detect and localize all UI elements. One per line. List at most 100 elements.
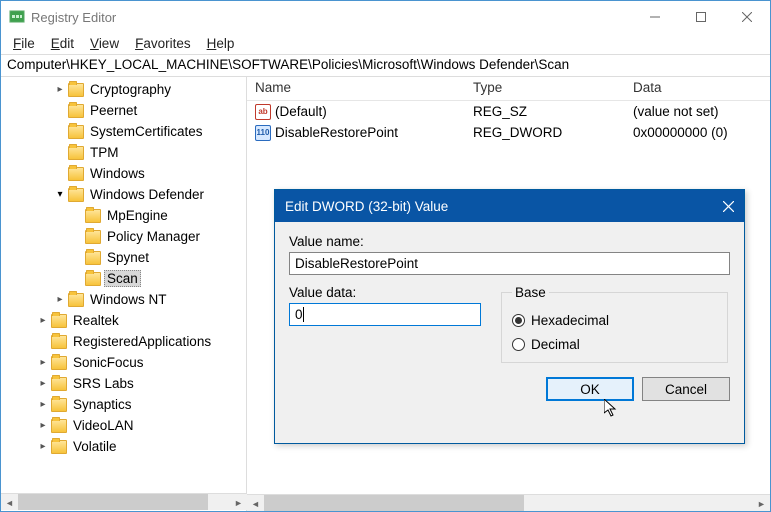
chevron-right-icon[interactable]: ▸	[35, 418, 51, 434]
folder-icon	[68, 188, 84, 202]
value-data-field[interactable]: 0	[289, 303, 481, 326]
window-title: Registry Editor	[31, 10, 632, 25]
list-horizontal-scrollbar[interactable]: ◄ ►	[247, 494, 770, 511]
tree-item[interactable]: ▸SonicFocus	[1, 352, 246, 373]
menu-favorites[interactable]: Favorites	[127, 36, 199, 51]
dialog-title: Edit DWORD (32-bit) Value	[285, 199, 448, 214]
chevron-right-icon[interactable]: ▸	[35, 355, 51, 371]
tree-item[interactable]: ▸Windows	[1, 163, 246, 184]
menubar: File Edit View Favorites Help	[1, 33, 770, 55]
chevron-right-icon[interactable]: ▸	[35, 439, 51, 455]
scrollbar-thumb[interactable]	[264, 495, 524, 511]
tree-item-label: SRS Labs	[70, 375, 137, 392]
tree-item[interactable]: ▸Policy Manager	[1, 226, 246, 247]
value-name-field[interactable]	[289, 252, 730, 275]
tree-item-label: TPM	[87, 144, 122, 161]
folder-icon	[51, 440, 67, 454]
radio-icon	[512, 314, 525, 327]
folder-icon	[68, 104, 84, 118]
dialog-titlebar[interactable]: Edit DWORD (32-bit) Value	[275, 190, 744, 222]
titlebar[interactable]: Registry Editor	[1, 1, 770, 33]
radio-decimal[interactable]: Decimal	[512, 332, 717, 356]
col-data[interactable]: Data	[625, 77, 770, 100]
chevron-right-icon[interactable]: ▸	[35, 313, 51, 329]
tree-item[interactable]: ▸ Cryptography	[1, 79, 246, 100]
folder-icon	[51, 377, 67, 391]
edit-dword-dialog: Edit DWORD (32-bit) Value Value name: Va…	[274, 189, 745, 444]
value-type: REG_DWORD	[465, 125, 625, 140]
tree-item-label: RegisteredApplications	[70, 333, 214, 350]
tree-item[interactable]: ▸ Synaptics	[1, 394, 246, 415]
chevron-right-icon[interactable]: ▸	[52, 82, 68, 98]
tree-item[interactable]: ▾Windows Defender	[1, 184, 246, 205]
tree-item-label: Volatile	[70, 438, 120, 455]
folder-icon	[51, 398, 67, 412]
tree-item[interactable]: ▸ Realtek	[1, 310, 246, 331]
tree-item[interactable]: ▸Scan	[1, 268, 246, 289]
scroll-left-icon[interactable]: ◄	[247, 495, 264, 511]
tree-item[interactable]: ▸RegisteredApplications	[1, 331, 246, 352]
scroll-right-icon[interactable]: ►	[230, 494, 247, 511]
tree-item[interactable]: ▸MpEngine	[1, 205, 246, 226]
tree-item[interactable]: ▸Windows NT	[1, 289, 246, 310]
folder-icon	[51, 419, 67, 433]
tree-item[interactable]: ▸ Volatile	[1, 436, 246, 457]
menu-view[interactable]: View	[82, 36, 127, 51]
tree-item-label: Synaptics	[70, 396, 135, 413]
tree-item-label: Realtek	[70, 312, 122, 329]
dialog-close-button[interactable]	[712, 190, 744, 222]
tree-item[interactable]: ▸TPM	[1, 142, 246, 163]
folder-icon	[68, 167, 84, 181]
folder-icon	[68, 83, 84, 97]
folder-icon	[85, 251, 101, 265]
value-data: (value not set)	[625, 104, 770, 119]
list-row[interactable]: 110 DisableRestorePoint REG_DWORD0x0000000…	[247, 122, 770, 143]
menu-help[interactable]: Help	[199, 36, 243, 51]
tree-item[interactable]: ▸SystemCertificates	[1, 121, 246, 142]
value-name: (Default)	[275, 104, 327, 119]
tree-item[interactable]: ▸ SRS Labs	[1, 373, 246, 394]
value-data: 0x00000000 (0)	[625, 125, 770, 140]
cancel-button[interactable]: Cancel	[642, 377, 730, 401]
minimize-button[interactable]	[632, 1, 678, 33]
chevron-down-icon[interactable]: ▾	[52, 187, 68, 203]
tree-item[interactable]: ▸Peernet	[1, 100, 246, 121]
list-row[interactable]: ab(Default)REG_SZ(value not set)	[247, 101, 770, 122]
scroll-left-icon[interactable]: ◄	[1, 494, 18, 511]
scrollbar-thumb[interactable]	[18, 494, 208, 510]
chevron-right-icon[interactable]: ▸	[52, 292, 68, 308]
menu-edit[interactable]: Edit	[43, 36, 82, 51]
maximize-icon	[696, 12, 706, 22]
text-caret	[303, 307, 304, 322]
registry-tree[interactable]: ▸ Cryptography ▸Peernet▸SystemCertificates…	[1, 77, 247, 511]
close-button[interactable]	[724, 1, 770, 33]
folder-icon	[68, 125, 84, 139]
base-group: Base Hexadecimal Decimal	[501, 285, 728, 363]
radio-dec-label: Decimal	[531, 337, 580, 352]
radio-hex-label: Hexadecimal	[531, 313, 609, 328]
folder-icon	[51, 314, 67, 328]
tree-item[interactable]: ▸ VideoLAN	[1, 415, 246, 436]
folder-icon	[85, 230, 101, 244]
value-data-label: Value data:	[289, 285, 481, 300]
col-type[interactable]: Type	[465, 77, 625, 100]
address-bar[interactable]: Computer\HKEY_LOCAL_MACHINE\SOFTWARE\Pol…	[1, 55, 770, 77]
radio-hexadecimal[interactable]: Hexadecimal	[512, 308, 717, 332]
chevron-right-icon[interactable]: ▸	[35, 376, 51, 392]
tree-item-label: VideoLAN	[70, 417, 137, 434]
tree-item-label: Cryptography	[87, 81, 174, 98]
tree-horizontal-scrollbar[interactable]: ◄ ►	[1, 493, 247, 510]
tree-item-label: Scan	[104, 270, 141, 287]
ok-button[interactable]: OK	[546, 377, 634, 401]
tree-item-label: Policy Manager	[104, 228, 203, 245]
value-name: DisableRestorePoint	[275, 125, 398, 140]
maximize-button[interactable]	[678, 1, 724, 33]
chevron-right-icon[interactable]: ▸	[35, 397, 51, 413]
value-type: REG_SZ	[465, 104, 625, 119]
dword-value-icon: 110	[255, 125, 271, 141]
menu-file[interactable]: File	[5, 36, 43, 51]
col-name[interactable]: Name	[247, 77, 465, 100]
radio-icon	[512, 338, 525, 351]
scroll-right-icon[interactable]: ►	[753, 495, 770, 511]
tree-item[interactable]: ▸Spynet	[1, 247, 246, 268]
